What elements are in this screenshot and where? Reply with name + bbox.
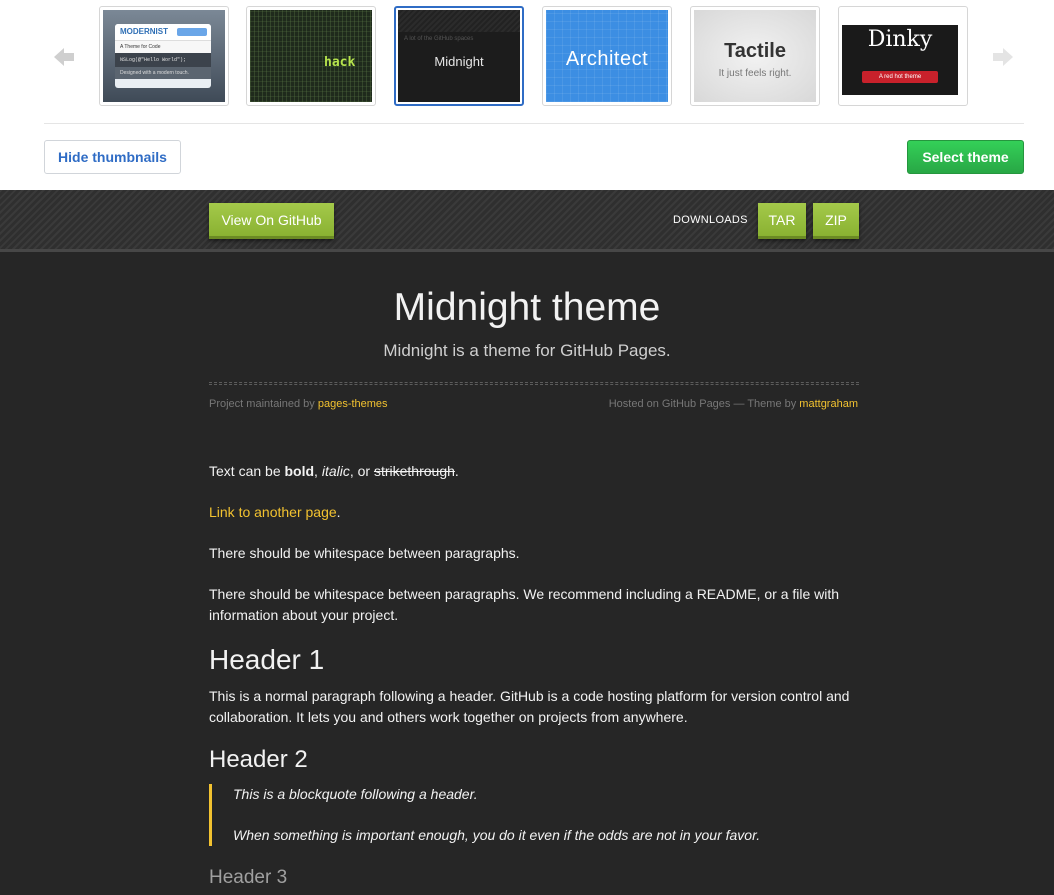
thumbnail-stripes <box>398 10 520 32</box>
blockquote: This is a blockquote following a header.… <box>209 784 859 846</box>
next-arrow-icon[interactable] <box>992 46 1014 68</box>
thumbnail-title: Tactile <box>724 40 786 62</box>
view-on-github-button[interactable]: View On GitHub <box>209 203 334 239</box>
theme-thumbnail-tactile[interactable]: Tactile It just feels right. <box>690 6 820 106</box>
theme-thumbnail-hack[interactable]: hack <box>246 6 376 106</box>
header-1: Header 1 <box>209 644 325 675</box>
thumbnail-text: A Theme for Code <box>115 40 211 53</box>
thumbnail-title: Midnight <box>434 54 484 69</box>
paragraph: There should be whitespace between parag… <box>209 586 840 623</box>
theme-chooser: MODERNIST A Theme for Code NSLog(@"Hello… <box>0 0 1054 190</box>
page-title: Midnight theme <box>393 286 661 329</box>
thumbnail-title: Dinky <box>867 27 933 52</box>
select-theme-button[interactable]: Select theme <box>907 140 1024 174</box>
divider <box>44 123 1024 124</box>
download-tar-button[interactable]: TAR <box>758 203 806 239</box>
dinky-preview: Dinky A red hot theme <box>842 25 958 95</box>
thumbnail-badge: A red hot theme <box>862 71 938 83</box>
bold-text: bold <box>284 463 315 479</box>
download-zip-button[interactable]: ZIP <box>813 203 859 239</box>
text: , <box>314 463 322 479</box>
text: Text can be <box>209 463 285 479</box>
page-content: Midnight theme Midnight is a theme for G… <box>0 252 1054 895</box>
italic-text: italic <box>321 463 350 479</box>
downloads-label: DOWNLOADS <box>673 214 748 226</box>
maintainer-credit: Project maintained by pages-themes <box>209 398 388 410</box>
strikethrough-text: strikethrough <box>373 463 455 479</box>
blockquote-line: When something is important enough, you … <box>233 827 761 843</box>
maintainer-prefix: Project maintained by <box>209 398 318 410</box>
another-page-link[interactable]: Link to another page <box>209 504 337 520</box>
paragraph: There should be whitespace between parag… <box>209 545 520 561</box>
hosted-prefix: Hosted on GitHub Pages — Theme by <box>608 398 800 410</box>
thumbnail-text: A lot of the GitHub spaces <box>404 36 474 42</box>
header-3: Header 3 <box>209 867 288 888</box>
text: . <box>454 463 459 479</box>
text: , or <box>349 463 374 479</box>
hosting-credit: Hosted on GitHub Pages — Theme by mattgr… <box>609 398 858 410</box>
thumbnail-subtitle: It just feels right. <box>718 68 792 79</box>
decorative-bar <box>177 28 207 36</box>
blockquote-line: This is a blockquote following a header. <box>233 786 478 802</box>
thumbnail-text: Designed with a modern touch. <box>115 67 211 79</box>
divider <box>209 382 859 385</box>
page-tagline: Midnight is a theme for GitHub Pages. <box>383 341 671 360</box>
modernist-preview: MODERNIST A Theme for Code NSLog(@"Hello… <box>115 24 211 88</box>
maintainer-link[interactable]: pages-themes <box>318 398 388 410</box>
thumbnail-title: hack <box>324 55 356 70</box>
theme-thumbnail-architect[interactable]: Architect <box>542 6 672 106</box>
theme-thumbnail-modernist[interactable]: MODERNIST A Theme for Code NSLog(@"Hello… <box>99 6 229 106</box>
thumbnail-title: MODERNIST <box>120 27 168 36</box>
theme-author-link[interactable]: mattgraham <box>799 398 858 410</box>
text: . <box>336 504 341 520</box>
hide-thumbnails-button[interactable]: Hide thumbnails <box>44 140 181 174</box>
paragraph: This is a normal paragraph following a h… <box>209 688 850 725</box>
formatting-paragraph: Text can be bold, italic, or strikethrou… <box>209 461 859 482</box>
site-header: View On GitHub DOWNLOADS TAR ZIP <box>0 190 1054 252</box>
header-2: Header 2 <box>209 746 308 773</box>
thumbnail-code: NSLog(@"Hello World"); <box>115 53 211 67</box>
thumbnail-title: Architect <box>565 48 649 70</box>
previous-arrow-icon[interactable] <box>53 46 75 68</box>
theme-thumbnail-midnight[interactable]: A lot of the GitHub spaces Midnight <box>394 6 524 106</box>
link-paragraph: Link to another page. <box>209 502 859 523</box>
theme-thumbnail-dinky[interactable]: Dinky A red hot theme <box>838 6 968 106</box>
